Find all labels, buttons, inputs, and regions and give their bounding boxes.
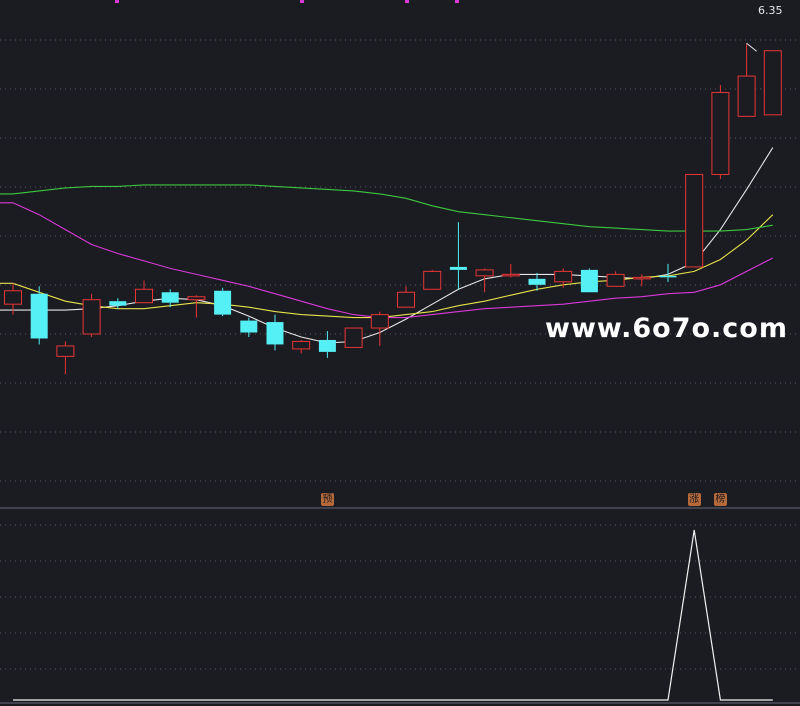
up-candle (56, 341, 75, 375)
down-candle (109, 298, 127, 309)
moving-average-line (0, 202, 774, 319)
indicator-line (13, 529, 773, 701)
up-candle (397, 286, 415, 308)
peak-price-label: 6.35 (758, 4, 783, 17)
candle-body (685, 173, 704, 268)
down-candle (580, 268, 598, 293)
down-candle (214, 287, 232, 317)
candle-body (318, 339, 336, 352)
candle-body (344, 327, 363, 348)
candle-body (266, 322, 284, 345)
signal-marker: 预 (320, 493, 334, 506)
candle-body (135, 288, 153, 304)
candle-body (423, 270, 442, 290)
candle-body (580, 269, 598, 293)
candle-body (528, 278, 546, 285)
candle-body (606, 273, 625, 287)
up-candle (135, 280, 153, 304)
stock-chart (0, 0, 800, 704)
top-tick-mark (300, 0, 304, 3)
candle-body (737, 75, 756, 117)
candle-body (240, 320, 258, 333)
candle-body (475, 269, 494, 277)
candle-body (292, 340, 311, 350)
grid-lines (0, 0, 800, 704)
top-tick-mark (405, 0, 409, 3)
candle-body (109, 301, 127, 306)
candle-body (56, 345, 75, 357)
candle-body (4, 290, 22, 305)
up-candle (292, 339, 311, 354)
candle-body (449, 266, 467, 270)
up-candle (763, 50, 782, 116)
candle-body (187, 296, 206, 301)
candle-body (554, 270, 573, 283)
candle-body (30, 293, 48, 339)
up-candle (82, 293, 101, 337)
up-candle (606, 271, 625, 287)
candle-body (214, 290, 232, 315)
signal-marker: 榜 (713, 493, 727, 506)
candle-body (161, 292, 179, 303)
up-candle (711, 85, 730, 179)
candle-body (397, 291, 415, 308)
down-candle (449, 222, 467, 290)
up-candle (423, 269, 442, 290)
top-tick-mark (455, 0, 459, 3)
up-candle (554, 268, 573, 288)
moving-average-line (0, 184, 773, 232)
candle-body (763, 50, 782, 116)
candle-body (501, 273, 520, 277)
peak-arrow (746, 42, 757, 52)
down-candle (30, 286, 48, 345)
candle-body (82, 299, 101, 335)
up-candle (737, 43, 756, 117)
candle-body (370, 314, 389, 329)
top-tick-mark (115, 0, 119, 3)
candle-body (632, 276, 651, 280)
candle-body (659, 275, 677, 278)
indicator-panel (13, 529, 773, 701)
down-candle (266, 314, 284, 351)
down-candle (659, 263, 677, 282)
up-candle (501, 263, 520, 278)
signal-marker: 涨 (687, 493, 701, 506)
down-candle (240, 317, 258, 337)
up-candle (685, 173, 704, 268)
down-candle (318, 331, 336, 358)
watermark-text: www.6o7o.com (545, 313, 788, 344)
up-candle (187, 295, 206, 318)
up-candle (344, 327, 363, 348)
up-candle (370, 311, 389, 346)
candle-body (711, 91, 730, 175)
up-candle (475, 268, 494, 293)
